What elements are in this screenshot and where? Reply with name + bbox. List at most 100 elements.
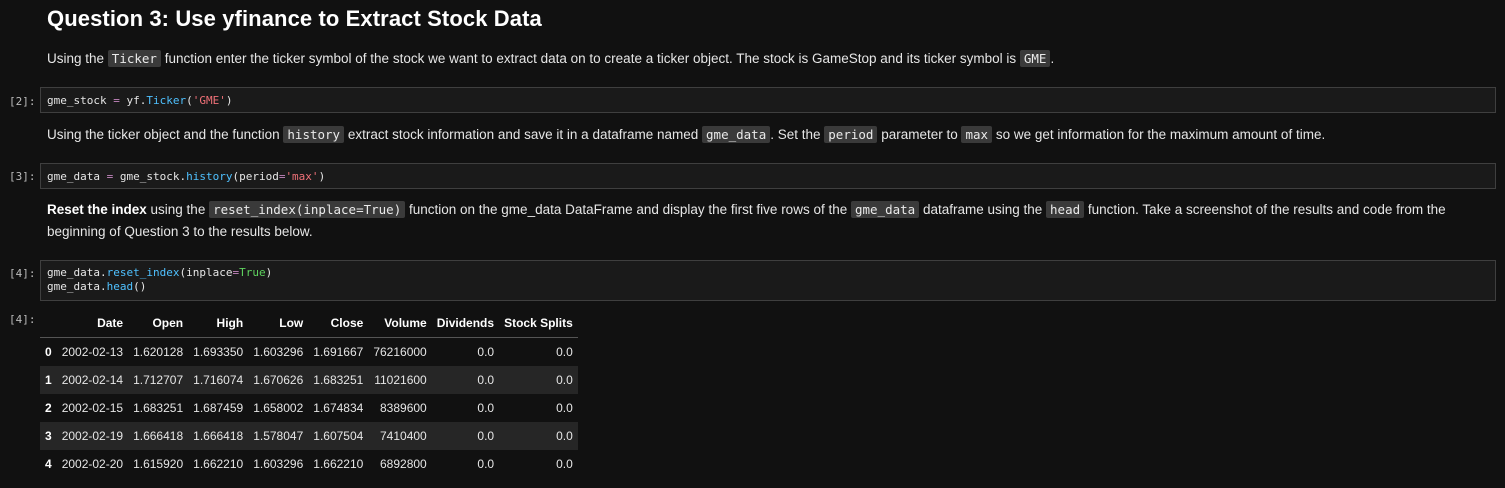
table-cell: 6892800 xyxy=(380,457,427,471)
code-token: gme_data. xyxy=(47,266,107,279)
cell-prompt: [2]: xyxy=(9,95,36,108)
code-token: () xyxy=(133,280,147,293)
code-token: yf. xyxy=(119,94,147,107)
table-cell: 1.603296 xyxy=(253,457,304,471)
code-token: (period xyxy=(232,170,279,183)
text: dataframe using the xyxy=(919,202,1047,217)
table-cell: 1.674834 xyxy=(313,401,364,415)
output-prompt: [4]: xyxy=(9,313,36,326)
text: . xyxy=(1050,51,1055,66)
column-header: Stock Splits xyxy=(499,309,578,338)
code-token: True xyxy=(239,266,266,279)
markdown-paragraph-reset-index: Reset the index using the reset_index(in… xyxy=(47,199,1487,243)
table-cell: 1.615920 xyxy=(133,457,184,471)
code-token: gme_stock xyxy=(47,94,114,107)
table-row: 2 2002-02-15 1.683251 1.687459 1.658002 … xyxy=(40,394,578,422)
code-cell-2[interactable]: gme_stock = yf.Ticker('GME') xyxy=(40,87,1496,113)
table-cell: 1.662210 xyxy=(313,457,364,471)
table-cell: 1.662210 xyxy=(193,457,244,471)
table-cell: 1.670626 xyxy=(253,373,304,387)
table-cell: 1.607504 xyxy=(313,429,364,443)
code-token: history xyxy=(186,170,233,183)
code-line: gme_data.reset_index(inplace=True) xyxy=(47,266,1489,280)
code-cell-3[interactable]: gme_data = gme_stock.history(period='max… xyxy=(40,163,1496,189)
code-token: 'GME' xyxy=(192,94,226,107)
table-cell: 0.0 xyxy=(477,401,495,415)
table-cell: 76216000 xyxy=(373,345,427,359)
inline-code: Ticker xyxy=(107,50,161,67)
table-cell: 0.0 xyxy=(477,345,495,359)
inline-code: reset_index(inplace=True) xyxy=(209,201,406,218)
code-line: gme_data.head() xyxy=(47,280,1489,294)
table-cell: 1.687459 xyxy=(193,401,244,415)
row-index: 4 xyxy=(45,457,52,471)
table-cell: 11021600 xyxy=(374,373,427,387)
inline-code: period xyxy=(824,126,878,143)
column-header: Dividends xyxy=(431,309,500,338)
code-token: gme_data. xyxy=(47,280,107,293)
table-cell: 1.666418 xyxy=(133,429,184,443)
table-cell: 1.716074 xyxy=(193,373,244,387)
inline-code: gme_data xyxy=(850,201,920,218)
dataframe-output-table: Date Open High Low Close Volume Dividend… xyxy=(40,309,578,478)
code-token: = xyxy=(113,94,120,107)
table-cell: 1.603296 xyxy=(253,345,304,359)
table-cell: 0.0 xyxy=(556,345,573,359)
text: so we get information for the maximum am… xyxy=(992,127,1326,142)
table-cell: 0.0 xyxy=(556,401,573,415)
text: . Set the xyxy=(770,127,825,142)
code-line: gme_data = gme_stock.history(period='max… xyxy=(47,170,1489,184)
cell-prompt: [3]: xyxy=(9,170,36,183)
table-cell: 2002-02-14 xyxy=(61,373,124,387)
table-row: 3 2002-02-19 1.666418 1.666418 1.578047 … xyxy=(40,422,578,450)
table-cell: 1.620128 xyxy=(133,345,184,359)
table-header-row: Date Open High Low Close Volume Dividend… xyxy=(40,309,578,338)
table-cell: 1.712707 xyxy=(133,373,184,387)
column-header: Low xyxy=(248,309,309,338)
markdown-paragraph-ticker: Using the Ticker function enter the tick… xyxy=(47,48,1054,70)
column-header: Close xyxy=(308,309,369,338)
cell-prompt: [4]: xyxy=(9,267,36,280)
text: function on the gme_data DataFrame and d… xyxy=(405,202,851,217)
table-cell: 1.666418 xyxy=(193,429,244,443)
text: parameter to xyxy=(877,127,962,142)
table-row: 0 2002-02-13 1.620128 1.693350 1.603296 … xyxy=(40,338,578,367)
code-token: head xyxy=(106,280,134,293)
table-cell: 2002-02-15 xyxy=(61,401,124,415)
markdown-paragraph-history: Using the ticker object and the function… xyxy=(47,124,1325,146)
code-cell-4[interactable]: gme_data.reset_index(inplace=True) gme_d… xyxy=(40,260,1496,301)
table-cell: 2002-02-20 xyxy=(61,457,124,471)
code-token: ( xyxy=(186,94,193,107)
table-cell: 2002-02-13 xyxy=(61,345,124,359)
code-token: gme_data xyxy=(47,170,107,183)
column-header: Volume xyxy=(368,309,432,338)
table-cell: 1.683251 xyxy=(133,401,184,415)
row-index: 2 xyxy=(45,401,52,415)
inline-code: gme_data xyxy=(702,126,771,143)
text: Using the xyxy=(47,51,108,66)
section-heading: Question 3: Use yfinance to Extract Stoc… xyxy=(47,6,542,31)
table-cell: 0.0 xyxy=(477,373,495,387)
inline-code: history xyxy=(283,126,345,143)
code-token: Ticker xyxy=(146,94,187,107)
table-cell: 2002-02-19 xyxy=(61,429,124,443)
column-header: High xyxy=(188,309,249,338)
text: Using the ticker object and the function xyxy=(47,127,284,142)
table-cell: 0.0 xyxy=(477,457,495,471)
code-token: 'max' xyxy=(285,170,319,183)
table-cell: 8389600 xyxy=(380,401,427,415)
column-header xyxy=(40,309,57,338)
code-token: (inplace xyxy=(179,266,233,279)
table-cell: 7410400 xyxy=(380,429,427,443)
table-cell: 1.658002 xyxy=(253,401,304,415)
table-cell: 0.0 xyxy=(556,373,573,387)
table-cell: 1.691667 xyxy=(313,345,364,359)
code-token: reset_index xyxy=(106,266,180,279)
column-header: Open xyxy=(128,309,189,338)
inline-code: max xyxy=(961,126,993,143)
column-header: Date xyxy=(56,309,129,338)
table-cell: 1.578047 xyxy=(253,429,304,443)
row-index: 3 xyxy=(45,429,52,443)
inline-code: head xyxy=(1046,201,1085,218)
table-cell: 0.0 xyxy=(556,429,573,443)
